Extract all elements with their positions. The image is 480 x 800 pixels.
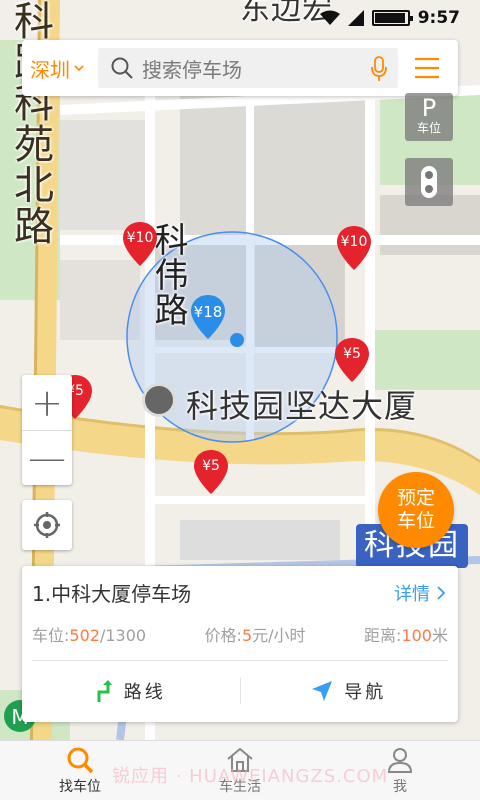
search-placeholder: 搜索停车场: [142, 57, 242, 82]
parking-lot-name: 1.中科大厦停车场: [32, 582, 192, 606]
route-button[interactable]: 路线: [22, 678, 240, 704]
spaces-stat: 车位:502/1300: [32, 622, 146, 646]
zoom-out-button[interactable]: —: [22, 430, 72, 485]
spaces-total: /1300: [99, 626, 147, 645]
map-road-label-kefeng: 科路科苑北路: [7, 0, 53, 246]
user-icon: [387, 747, 413, 773]
details-link[interactable]: 详情: [394, 580, 446, 606]
price-unit: 元/小时: [252, 626, 306, 645]
status-bar: 9:57: [0, 0, 480, 36]
navigation-arrow-icon: [312, 681, 333, 701]
search-input[interactable]: 搜索停车场: [98, 48, 398, 88]
traffic-layer-button[interactable]: [405, 158, 453, 206]
price-marker-label: ¥10: [340, 234, 368, 250]
distance-value: 100: [401, 626, 432, 645]
price-marker-label: ¥10: [126, 230, 154, 246]
watermark: 锐应用 · HUAWEIANGZS.COM: [112, 766, 389, 787]
signal-icon: [347, 10, 364, 26]
parking-info-card: 1.中科大厦停车场 详情 车位:502/1300 价格:5元/小时 距离:100…: [22, 566, 458, 722]
zoom-control: + —: [22, 375, 72, 485]
battery-icon: [371, 10, 413, 26]
wifi-icon: [319, 10, 340, 25]
search-icon: [111, 57, 133, 79]
price-marker[interactable]: ¥10: [337, 226, 371, 270]
book-button-line2: 车位: [396, 510, 435, 532]
distance-stat: 距离:100米: [364, 622, 448, 646]
price-marker-label: ¥18: [193, 303, 223, 321]
parking-stats: 车位:502/1300 价格:5元/小时 距离:100米: [32, 622, 448, 646]
parking-icon: P: [421, 94, 437, 122]
city-label: 深圳: [30, 57, 70, 82]
navigate-button[interactable]: 导航: [241, 678, 459, 704]
navigate-label: 导航: [344, 682, 387, 703]
selected-price-marker[interactable]: ¥18: [191, 295, 225, 339]
spaces-available: 502: [69, 626, 100, 645]
chevron-right-icon: [437, 586, 446, 600]
chevron-down-icon: [74, 65, 84, 72]
route-label: 路线: [123, 682, 166, 703]
details-label: 详情: [394, 584, 430, 605]
building-poi-icon: [142, 383, 176, 417]
price-marker-label: ¥5: [202, 458, 220, 474]
zoom-in-button[interactable]: +: [22, 375, 72, 430]
locate-icon: [34, 512, 60, 538]
locate-button[interactable]: [22, 500, 72, 550]
city-selector[interactable]: 深圳: [22, 54, 98, 83]
microphone-icon[interactable]: [370, 56, 388, 82]
menu-icon[interactable]: [414, 57, 440, 79]
parking-button-label: 车位: [416, 121, 441, 135]
price-marker-label: ¥5: [343, 346, 361, 362]
price-value: 5: [241, 626, 253, 645]
traffic-light-icon: [421, 166, 437, 198]
status-time: 9:57: [417, 8, 460, 28]
distance-label: 距离:: [364, 626, 402, 645]
search-bar: 深圳 搜索停车场: [22, 40, 458, 96]
search-icon: [67, 747, 94, 773]
price-label: 价格:: [204, 626, 242, 645]
map-poi-label: 科技园坚达大厦: [186, 387, 418, 425]
price-stat: 价格:5元/小时: [205, 622, 306, 646]
route-icon: [97, 680, 112, 702]
nav-label: 我: [393, 778, 407, 795]
price-marker[interactable]: ¥5: [194, 450, 228, 494]
book-button-line1: 预定: [396, 487, 435, 509]
parking-layer-button[interactable]: P 车位: [405, 93, 453, 141]
spaces-label: 车位:: [32, 626, 70, 645]
card-actions: 路线 导航: [22, 661, 458, 721]
nav-label: 找车位: [59, 778, 101, 795]
price-marker[interactable]: ¥10: [123, 222, 157, 266]
distance-unit: 米: [431, 626, 448, 645]
book-space-button[interactable]: 预定 车位: [378, 472, 454, 548]
price-marker[interactable]: ¥5: [335, 338, 369, 382]
